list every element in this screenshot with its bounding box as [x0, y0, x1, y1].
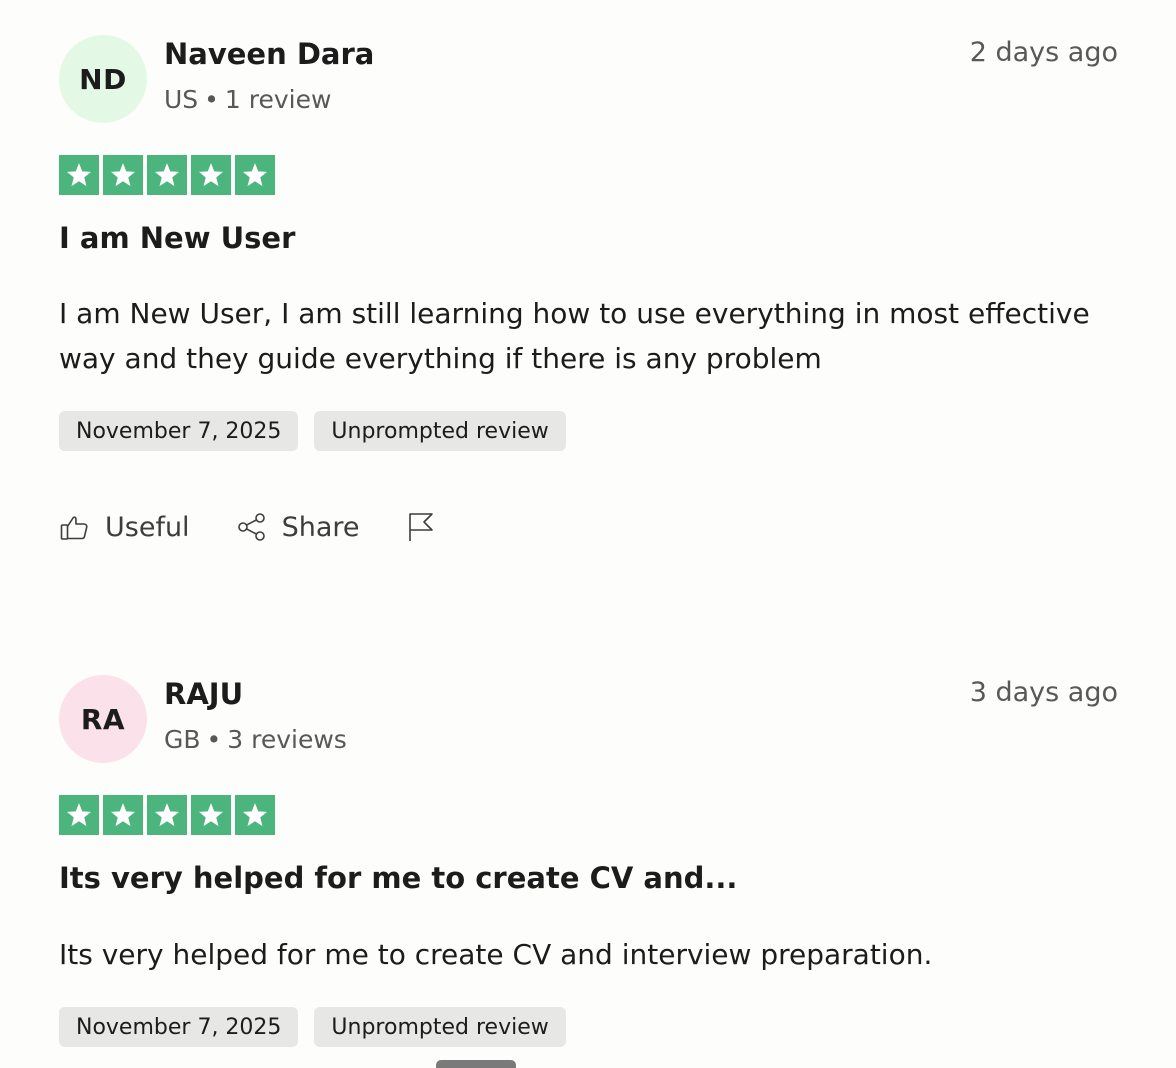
- share-icon: [237, 513, 265, 541]
- star-icon: [147, 795, 187, 835]
- reviewer-country: US: [164, 85, 199, 114]
- review-time-ago: 3 days ago: [969, 677, 1118, 708]
- star-icon: [103, 795, 143, 835]
- review-title[interactable]: Its very helped for me to create CV and.…: [59, 861, 737, 895]
- review-body: Its very helped for me to create CV and …: [59, 938, 933, 971]
- review-time-ago: 2 days ago: [969, 37, 1118, 68]
- unprompted-review-badge[interactable]: Unprompted review: [314, 1007, 566, 1047]
- review-card: ND Naveen Dara US • 1 review 2 days ago I …: [59, 35, 1118, 543]
- star-icon: [191, 155, 231, 195]
- reviewer-name[interactable]: RAJU: [164, 677, 243, 711]
- share-label: Share: [281, 511, 360, 543]
- review-card: RA RAJU GB • 3 reviews 3 days ago Its very…: [59, 675, 1118, 1047]
- star-icon: [59, 155, 99, 195]
- review-header: ND Naveen Dara US • 1 review 2 days ago: [59, 35, 1118, 125]
- star-icon: [191, 795, 231, 835]
- reviewer-review-count: 3 reviews: [227, 725, 347, 754]
- flag-icon: [409, 513, 434, 541]
- reviewer-country: GB: [164, 725, 201, 754]
- review-tags: November 7, 2025 Unprompted review: [59, 1007, 566, 1047]
- review-title[interactable]: I am New User: [59, 221, 295, 255]
- unprompted-review-badge[interactable]: Unprompted review: [314, 411, 566, 451]
- separator-dot: •: [206, 725, 222, 754]
- avatar-initials: RA: [80, 702, 126, 736]
- review-body: I am New User, I am still learning how t…: [59, 297, 1090, 375]
- star-rating: [59, 795, 275, 835]
- scrollbar-thumb[interactable]: [436, 1060, 516, 1068]
- reviewer-name[interactable]: Naveen Dara: [164, 37, 374, 71]
- review-header: RA RAJU GB • 3 reviews 3 days ago: [59, 675, 1118, 765]
- star-icon: [235, 795, 275, 835]
- avatar[interactable]: RA: [59, 675, 147, 763]
- avatar-initials: ND: [79, 62, 127, 96]
- separator-dot: •: [204, 85, 219, 114]
- thumbs-up-icon: [60, 516, 88, 540]
- star-rating: [59, 155, 275, 195]
- review-date-badge: November 7, 2025: [59, 411, 299, 451]
- reviews-page: ND Naveen Dara US • 1 review 2 days ago I …: [0, 0, 1176, 1068]
- avatar[interactable]: ND: [59, 35, 147, 123]
- star-icon: [147, 155, 187, 195]
- useful-button[interactable]: Useful: [59, 511, 190, 543]
- review-tags: November 7, 2025 Unprompted review: [59, 411, 566, 451]
- star-icon: [235, 155, 275, 195]
- reviewer-review-count: 1 review: [224, 85, 332, 114]
- reviewer-meta: US • 1 review: [164, 85, 331, 114]
- review-actions: Useful Share: [59, 511, 437, 543]
- useful-label: Useful: [105, 511, 190, 543]
- star-icon: [103, 155, 143, 195]
- reviewer-meta: GB • 3 reviews: [164, 725, 347, 754]
- star-icon: [59, 795, 99, 835]
- report-button[interactable]: [405, 511, 437, 543]
- review-date-badge: November 7, 2025: [59, 1007, 299, 1047]
- share-button[interactable]: Share: [236, 511, 360, 543]
